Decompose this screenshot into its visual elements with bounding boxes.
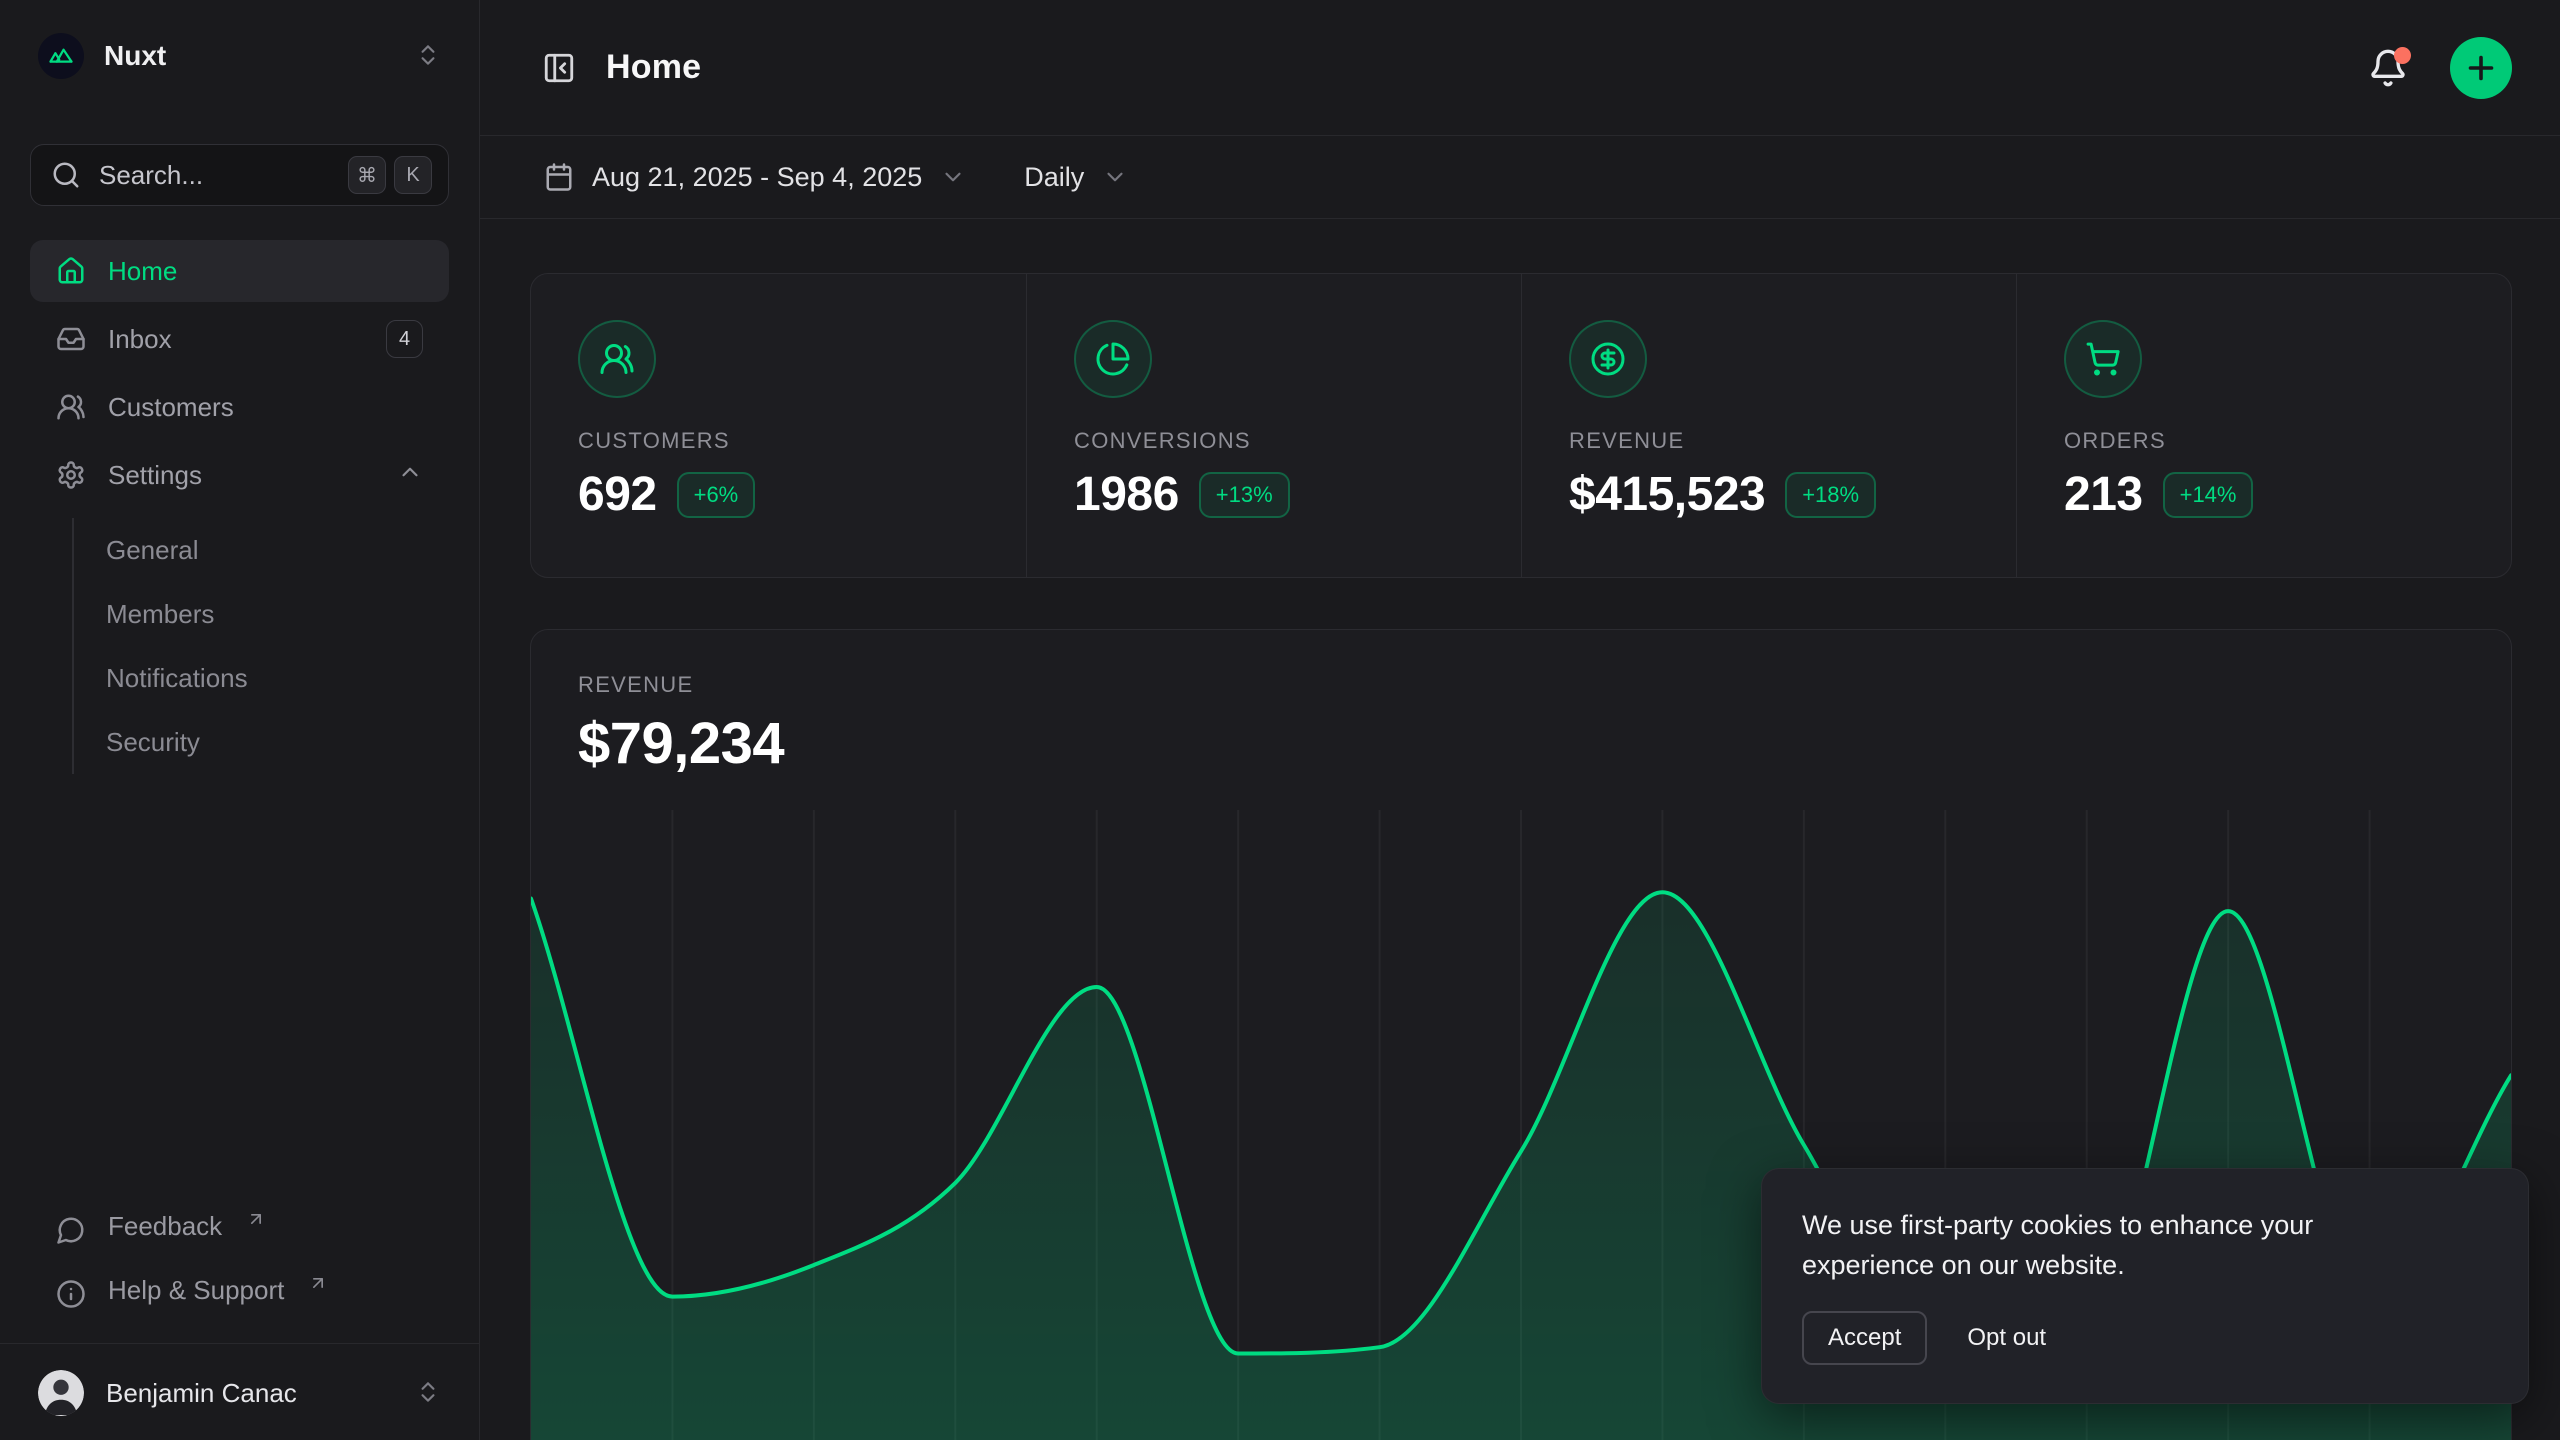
page-title: Home bbox=[606, 48, 701, 87]
plus-icon bbox=[2463, 50, 2499, 86]
stat-label: REVENUE bbox=[1569, 428, 1986, 454]
cookie-banner: We use first-party cookies to enhance yo… bbox=[1761, 1168, 2529, 1404]
arrow-up-right-icon bbox=[308, 1273, 328, 1293]
chevron-down-icon bbox=[940, 164, 966, 190]
shopping-cart-icon bbox=[2064, 320, 2142, 398]
revenue-chart-header: REVENUE $79,234 bbox=[531, 630, 2511, 777]
users-icon bbox=[56, 392, 86, 422]
settings-subnav: General Members Notifications Security bbox=[72, 518, 449, 774]
sidebar-nav: Home Inbox 4 Customers Settings General bbox=[30, 240, 449, 774]
feedback-link[interactable]: Feedback bbox=[30, 1199, 449, 1263]
accept-button[interactable]: Accept bbox=[1802, 1311, 1927, 1365]
help-support-link[interactable]: Help & Support bbox=[30, 1263, 449, 1327]
sidebar-item-members[interactable]: Members bbox=[74, 582, 449, 646]
message-circle-icon bbox=[56, 1215, 86, 1245]
stat-delta-badge: +13% bbox=[1199, 472, 1290, 518]
chevrons-up-down-icon bbox=[415, 1379, 441, 1408]
revenue-chart-value: $79,234 bbox=[578, 710, 2464, 777]
sidebar-item-notifications[interactable]: Notifications bbox=[74, 646, 449, 710]
stat-card-revenue[interactable]: REVENUE $415,523 +18% bbox=[1521, 274, 2016, 577]
sidebar-item-settings[interactable]: Settings bbox=[30, 444, 449, 506]
stat-card-conversions[interactable]: CONVERSIONS 1986 +13% bbox=[1026, 274, 1521, 577]
stat-value: 1986 bbox=[1074, 467, 1179, 522]
page-header: Home bbox=[480, 0, 2560, 136]
avatar bbox=[38, 1370, 84, 1416]
search-icon bbox=[51, 160, 81, 190]
cookie-actions: Accept Opt out bbox=[1802, 1311, 2488, 1365]
user-menu[interactable]: Benjamin Canac bbox=[30, 1360, 449, 1426]
nuxt-logo-icon bbox=[38, 33, 84, 79]
chevrons-up-down-icon bbox=[415, 42, 441, 71]
circle-dollar-icon bbox=[1569, 320, 1647, 398]
arrow-up-right-icon bbox=[246, 1209, 266, 1229]
kbd-cmd: ⌘ bbox=[348, 156, 386, 194]
cookie-message: We use first-party cookies to enhance yo… bbox=[1802, 1205, 2417, 1285]
stat-delta-badge: +18% bbox=[1785, 472, 1876, 518]
stat-label: CUSTOMERS bbox=[578, 428, 996, 454]
foot-link-label: Feedback bbox=[108, 1211, 222, 1242]
nav-label: Inbox bbox=[108, 324, 172, 355]
sidebar-item-security[interactable]: Security bbox=[74, 710, 449, 774]
stat-value: $415,523 bbox=[1569, 467, 1765, 522]
search-placeholder: Search... bbox=[99, 160, 203, 191]
stat-delta-badge: +14% bbox=[2163, 472, 2254, 518]
app-root: Nuxt Search... ⌘ K Home Inbox 4 bbox=[0, 0, 2560, 1440]
sidebar-item-customers[interactable]: Customers bbox=[30, 376, 449, 438]
sidebar-spacer bbox=[30, 774, 449, 1199]
add-button[interactable] bbox=[2450, 37, 2512, 99]
calendar-icon bbox=[544, 162, 574, 192]
stats-cards: CUSTOMERS 692 +6% CONVERSIONS 1986 +13% bbox=[530, 273, 2512, 578]
stat-label: ORDERS bbox=[2064, 428, 2481, 454]
info-circle-icon bbox=[56, 1279, 86, 1309]
workspace-name: Nuxt bbox=[104, 40, 166, 72]
stat-label: CONVERSIONS bbox=[1074, 428, 1491, 454]
granularity-value: Daily bbox=[1024, 162, 1084, 193]
chevron-up-icon bbox=[397, 459, 423, 492]
users-round-icon bbox=[578, 320, 656, 398]
filters-toolbar: Aug 21, 2025 - Sep 4, 2025 Daily bbox=[480, 136, 2560, 219]
stat-card-orders[interactable]: ORDERS 213 +14% bbox=[2016, 274, 2511, 577]
chevron-down-icon bbox=[1102, 164, 1128, 190]
inbox-icon bbox=[56, 324, 86, 354]
date-range-picker[interactable]: Aug 21, 2025 - Sep 4, 2025 bbox=[544, 162, 966, 193]
panel-left-close-icon bbox=[542, 51, 576, 85]
user-name: Benjamin Canac bbox=[106, 1378, 297, 1409]
notifications-button[interactable] bbox=[2368, 48, 2408, 88]
home-icon bbox=[56, 256, 86, 286]
sidebar-collapse-button[interactable] bbox=[542, 51, 576, 85]
date-range-value: Aug 21, 2025 - Sep 4, 2025 bbox=[592, 162, 922, 193]
sidebar-divider bbox=[0, 1343, 479, 1344]
stat-card-customers[interactable]: CUSTOMERS 692 +6% bbox=[531, 274, 1026, 577]
nav-label: Home bbox=[108, 256, 177, 287]
nav-label: Settings bbox=[108, 460, 202, 491]
sidebar-item-home[interactable]: Home bbox=[30, 240, 449, 302]
stat-delta-badge: +6% bbox=[677, 472, 756, 518]
pie-chart-icon bbox=[1074, 320, 1152, 398]
sidebar-item-general[interactable]: General bbox=[74, 518, 449, 582]
header-actions bbox=[2368, 37, 2512, 99]
search-input[interactable]: Search... ⌘ K bbox=[30, 144, 449, 206]
opt-out-button[interactable]: Opt out bbox=[1967, 1324, 2046, 1352]
stat-value: 213 bbox=[2064, 467, 2143, 522]
nav-label: Customers bbox=[108, 392, 234, 423]
settings-gear-icon bbox=[56, 460, 86, 490]
revenue-chart-label: REVENUE bbox=[578, 672, 2464, 698]
sidebar-item-inbox[interactable]: Inbox 4 bbox=[30, 308, 449, 370]
sidebar: Nuxt Search... ⌘ K Home Inbox 4 bbox=[0, 0, 480, 1440]
search-shortcut: ⌘ K bbox=[348, 156, 432, 194]
granularity-select[interactable]: Daily bbox=[1024, 162, 1128, 193]
stat-value: 692 bbox=[578, 467, 657, 522]
notification-dot bbox=[2394, 47, 2411, 64]
foot-link-label: Help & Support bbox=[108, 1275, 284, 1306]
workspace-switcher[interactable]: Nuxt bbox=[30, 24, 449, 88]
kbd-k: K bbox=[394, 156, 432, 194]
inbox-count-badge: 4 bbox=[386, 320, 423, 358]
